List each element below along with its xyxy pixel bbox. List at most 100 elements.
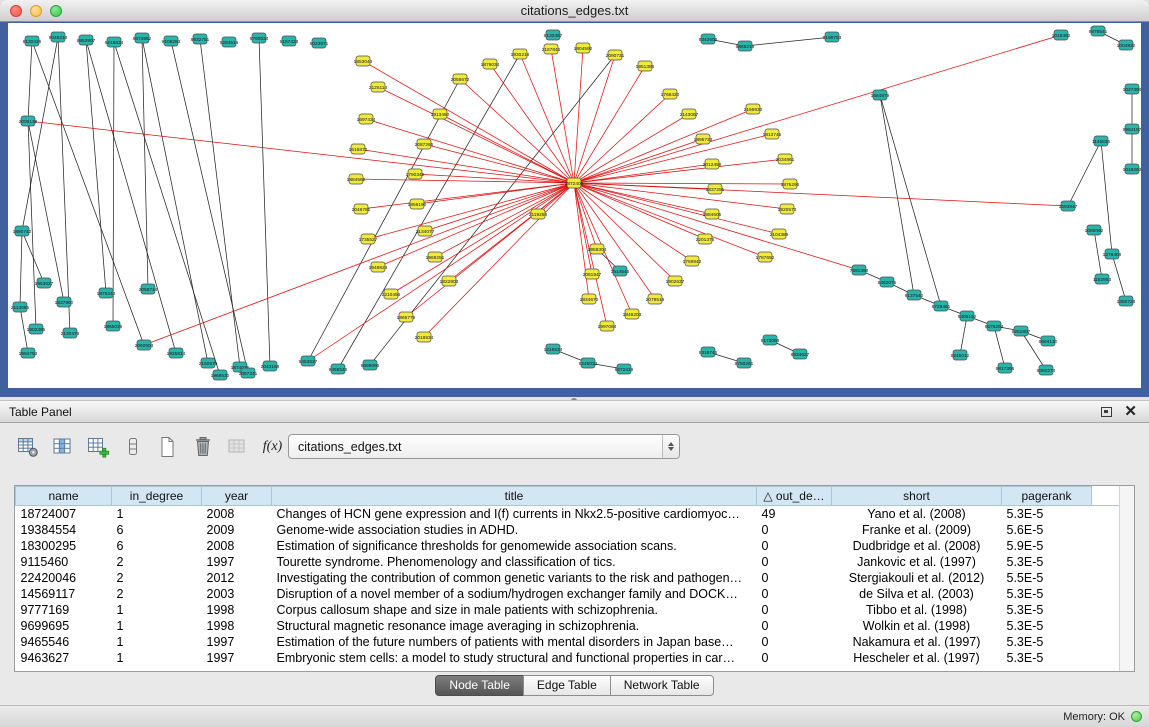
- graph-edge[interactable]: [22, 37, 58, 231]
- graph-edge[interactable]: [574, 183, 597, 249]
- column-header-out_degree[interactable]: △ out_de…: [757, 487, 832, 506]
- column-header-in_degree[interactable]: in_degree: [112, 487, 202, 506]
- graph-node-label: 2167845: [542, 47, 561, 53]
- delete-table-icon[interactable]: [189, 434, 216, 461]
- new-table-icon[interactable]: [154, 434, 181, 461]
- graph-edge[interactable]: [574, 164, 712, 183]
- table-toolbar: f(x): [14, 431, 286, 463]
- graph-edge[interactable]: [1094, 230, 1102, 279]
- tab-node-table[interactable]: Node Table: [435, 675, 524, 696]
- graph-edge[interactable]: [378, 87, 574, 183]
- table-row[interactable]: 1830029562008Estimation of significance …: [16, 538, 1121, 554]
- table-row[interactable]: 977716911998Corpus callosum shape and si…: [16, 602, 1121, 618]
- graph-node-label: 1162953: [1093, 277, 1112, 283]
- zoom-window-button[interactable]: [50, 5, 62, 17]
- graph-edge[interactable]: [745, 37, 832, 46]
- graph-edge[interactable]: [1112, 254, 1126, 301]
- graph-node-label: 1968530: [211, 373, 230, 379]
- graph-edge[interactable]: [22, 231, 44, 283]
- graph-node-label: 9251807: [1012, 329, 1031, 335]
- graph-edge[interactable]: [28, 121, 64, 302]
- network-canvas[interactable]: 1872400185304321251141697434161587218845…: [8, 23, 1141, 388]
- graph-node-label: 8672419: [615, 367, 634, 373]
- graph-edge[interactable]: [574, 183, 787, 209]
- graph-edge[interactable]: [58, 37, 70, 333]
- float-panel-icon[interactable]: [1101, 407, 1112, 417]
- graph-node-label: 1822903: [440, 279, 459, 285]
- graph-edge[interactable]: [574, 183, 790, 184]
- table-selector-dropdown[interactable]: citations_edges.txt: [288, 434, 680, 459]
- graph-edge[interactable]: [28, 41, 32, 121]
- show-columns-icon[interactable]: [49, 434, 76, 461]
- column-header-pagerank[interactable]: pagerank: [1002, 487, 1092, 506]
- graph-edge[interactable]: [1101, 141, 1112, 254]
- graph-edge[interactable]: [378, 183, 574, 267]
- graph-edge[interactable]: [114, 42, 220, 375]
- graph-edge[interactable]: [994, 326, 1005, 368]
- graph-edge[interactable]: [142, 38, 148, 289]
- window-titlebar[interactable]: citations_edges.txt: [0, 0, 1149, 22]
- create-column-icon[interactable]: [84, 434, 111, 461]
- cell-short: Nakamura et al. (1997): [832, 634, 1002, 650]
- graph-edge[interactable]: [574, 183, 592, 274]
- graph-edge[interactable]: [574, 183, 859, 270]
- table-row[interactable]: 1872400712008Changes of HCN gene express…: [16, 506, 1121, 522]
- graph-node-label: 8750261: [735, 361, 754, 367]
- graph-edge[interactable]: [435, 183, 574, 257]
- graph-edge[interactable]: [574, 48, 583, 183]
- table-row[interactable]: 911546021997Tourette syndrome. Phenomeno…: [16, 554, 1121, 570]
- table-row[interactable]: 2242004622012Investigating the contribut…: [16, 570, 1121, 586]
- graph-edge[interactable]: [574, 183, 1068, 206]
- graph-edge[interactable]: [574, 159, 785, 183]
- graph-edge[interactable]: [200, 39, 240, 367]
- column-header-title[interactable]: title: [272, 487, 757, 506]
- graph-edge[interactable]: [960, 316, 967, 355]
- graph-edge[interactable]: [86, 40, 176, 353]
- graph-node-label: 2018934: [415, 335, 434, 341]
- close-window-button[interactable]: [10, 5, 22, 17]
- graph-edge[interactable]: [1068, 141, 1101, 206]
- graph-edge[interactable]: [551, 49, 574, 183]
- close-panel-icon[interactable]: ✕: [1124, 406, 1137, 418]
- table-row[interactable]: 1938455462009Genome-wide association stu…: [16, 522, 1121, 538]
- column-header-short[interactable]: short: [832, 487, 1002, 506]
- graph-edge[interactable]: [171, 41, 248, 373]
- graph-edge[interactable]: [424, 144, 574, 183]
- graph-edge[interactable]: [20, 231, 22, 307]
- table-scrollbar[interactable]: [1119, 486, 1134, 671]
- graph-edge[interactable]: [574, 183, 779, 234]
- graph-edge[interactable]: [574, 109, 753, 183]
- graph-edge[interactable]: [259, 38, 270, 366]
- row-tool-icon[interactable]: [119, 434, 146, 461]
- table-row[interactable]: 1456911722003Disruption of a novel membe…: [16, 586, 1121, 602]
- graph-edge[interactable]: [574, 66, 645, 183]
- table-row[interactable]: 946554611997Estimation of the future num…: [16, 634, 1121, 650]
- network-canvas-svg[interactable]: 1872400185304321251141697434161587218845…: [8, 23, 1141, 388]
- graph-edge[interactable]: [142, 38, 208, 363]
- graph-edge[interactable]: [449, 183, 574, 281]
- graph-edge[interactable]: [425, 183, 574, 231]
- tab-network-table[interactable]: Network Table: [610, 675, 714, 696]
- graph-edge[interactable]: [113, 42, 114, 326]
- graph-node-label: 1837960: [55, 300, 74, 306]
- dropdown-stepper-icon[interactable]: [662, 435, 679, 458]
- graph-edge[interactable]: [574, 134, 772, 183]
- graph-edge[interactable]: [28, 121, 36, 329]
- graph-edge[interactable]: [366, 119, 574, 183]
- graph-edge[interactable]: [574, 114, 689, 183]
- tab-edge-table[interactable]: Edge Table: [523, 675, 611, 696]
- graph-edge[interactable]: [28, 121, 574, 183]
- column-header-year[interactable]: year: [202, 487, 272, 506]
- graph-edge[interactable]: [574, 35, 1061, 183]
- function-builder-icon[interactable]: f(x): [259, 434, 286, 461]
- graph-edge[interactable]: [574, 183, 607, 326]
- table-mode-icon[interactable]: [14, 434, 41, 461]
- column-header-name[interactable]: name: [16, 487, 112, 506]
- graph-node-label: 1920573: [778, 207, 797, 213]
- minimize-window-button[interactable]: [30, 5, 42, 17]
- table-row[interactable]: 969969511998Structural magnetic resonanc…: [16, 618, 1121, 634]
- graph-edge[interactable]: [86, 40, 106, 293]
- node-layer: 1872400185304321251141697434161587218845…: [11, 26, 1141, 380]
- table-row[interactable]: 946362711997Embryonic stem cells: a mode…: [16, 650, 1121, 666]
- graph-edge[interactable]: [574, 139, 703, 183]
